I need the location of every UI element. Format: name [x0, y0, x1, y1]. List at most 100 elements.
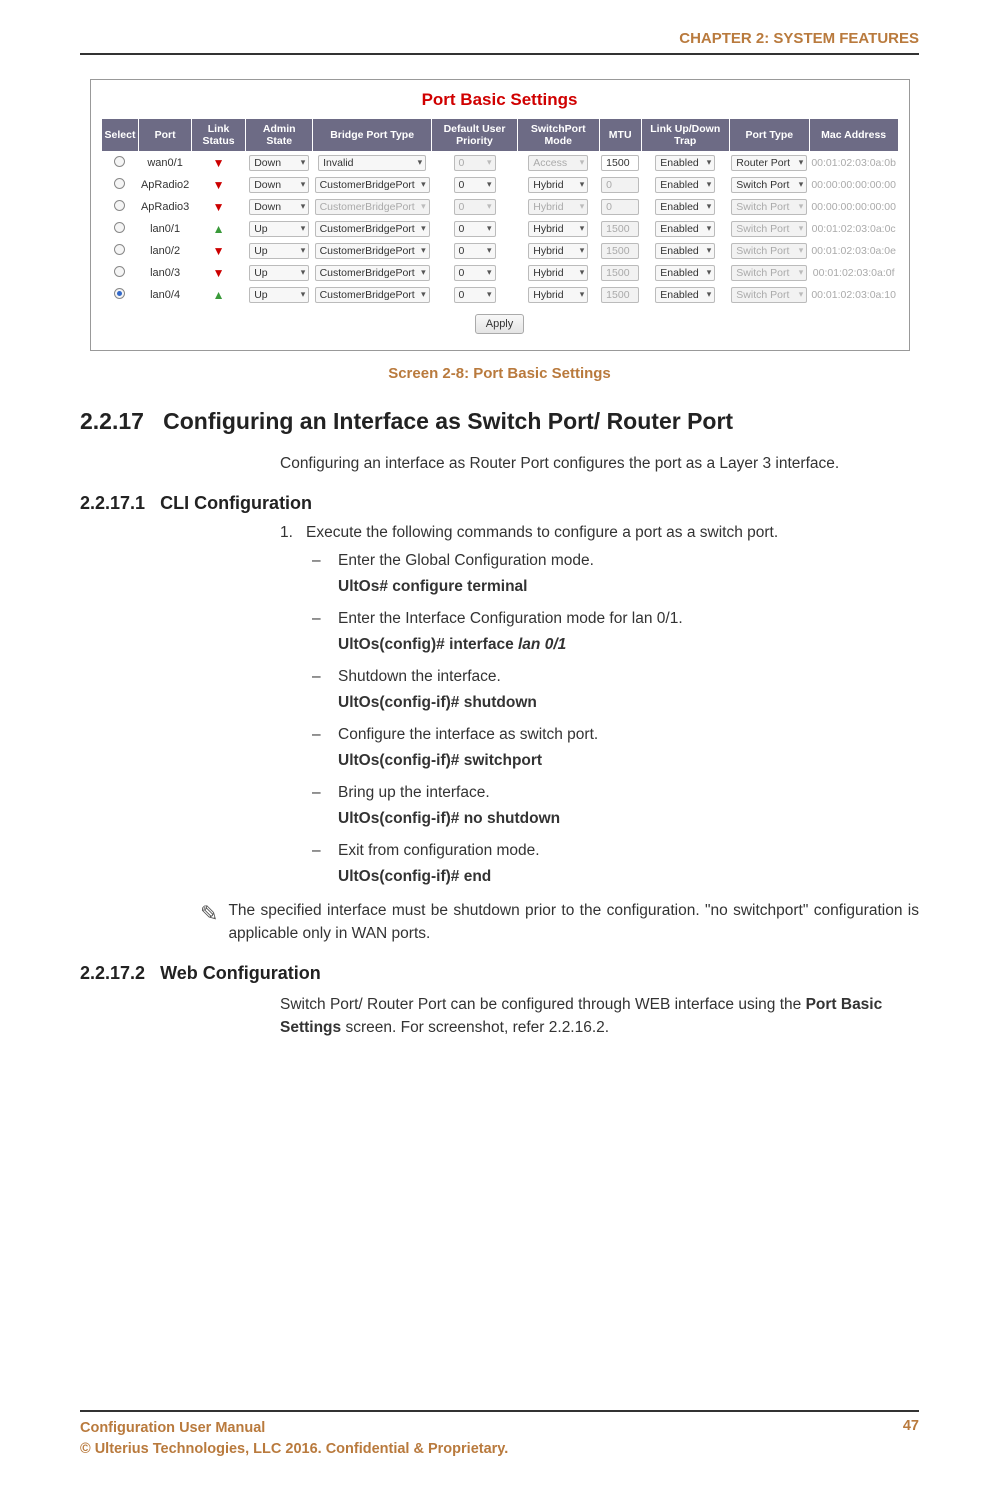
select-radio[interactable] [114, 288, 125, 299]
mtu-input[interactable]: 1500 [601, 155, 639, 171]
port-name: wan0/1 [147, 157, 182, 169]
step-text: Execute the following commands to config… [306, 524, 778, 542]
column-header: Mac Address [809, 119, 898, 152]
link-trap-select[interactable]: Enabled [655, 221, 715, 237]
cli-command: UltOs(config-if)# switchport [338, 752, 919, 770]
bridge-port-type-select[interactable]: CustomerBridgePort [315, 177, 430, 193]
link-down-icon: ▼ [213, 178, 225, 192]
screen-caption: Screen 2-8: Port Basic Settings [80, 365, 919, 382]
column-header: Port Type [729, 119, 809, 152]
port-name: lan0/4 [150, 289, 180, 301]
admin-state-select[interactable]: Up [249, 287, 309, 303]
cli-command: UltOs(config-if)# no shutdown [338, 810, 919, 828]
link-trap-select[interactable]: Enabled [655, 177, 715, 193]
link-down-icon: ▼ [213, 200, 225, 214]
subsection-2-body: Switch Port/ Router Port can be configur… [280, 994, 919, 1039]
bridge-port-type-select[interactable]: Invalid [318, 155, 426, 171]
cli-substep: –Shutdown the interface. [312, 668, 919, 686]
column-header: Select [101, 119, 139, 152]
admin-state-select[interactable]: Down [249, 155, 309, 171]
page-footer: Configuration User Manual © Ulterius Tec… [80, 1410, 919, 1459]
switchport-mode-select[interactable]: Hybrid [528, 287, 588, 303]
select-radio[interactable] [114, 156, 125, 167]
column-header: Default User Priority [432, 119, 518, 152]
table-row: ApRadio3▼DownCustomerBridgePort0Hybrid0E… [101, 196, 898, 218]
bridge-port-type-select[interactable]: CustomerBridgePort [315, 265, 430, 281]
admin-state-select[interactable]: Up [249, 221, 309, 237]
apply-button[interactable]: Apply [475, 314, 525, 334]
priority-select[interactable]: 0 [454, 221, 496, 237]
switchport-mode-select[interactable]: Hybrid [528, 243, 588, 259]
cli-substep: –Enter the Global Configuration mode. [312, 552, 919, 570]
step-1: 1. Execute the following commands to con… [280, 524, 919, 542]
link-down-icon: ▼ [213, 244, 225, 258]
select-radio[interactable] [114, 222, 125, 233]
subsection-2-title: Web Configuration [160, 963, 321, 983]
bottom-rule [80, 1410, 919, 1412]
port-type-select[interactable]: Switch Port [731, 177, 807, 193]
cli-command: UltOs# configure terminal [338, 578, 919, 596]
select-radio[interactable] [114, 266, 125, 277]
priority-select[interactable]: 0 [454, 265, 496, 281]
mac-address: 00:00:00:00:00:00 [811, 201, 896, 213]
bridge-port-type-select[interactable]: CustomerBridgePort [315, 287, 430, 303]
mac-address: 00:01:02:03:0a:0e [811, 245, 896, 257]
select-radio[interactable] [114, 200, 125, 211]
subsection-1-heading: 2.2.17.1 CLI Configuration [80, 493, 919, 514]
step-number: 1. [280, 524, 306, 542]
admin-state-select[interactable]: Down [249, 177, 309, 193]
column-header: Link Status [191, 119, 246, 152]
priority-select[interactable]: 0 [454, 177, 496, 193]
admin-state-select[interactable]: Up [249, 265, 309, 281]
priority-select[interactable]: 0 [454, 243, 496, 259]
footer-manual-title: Configuration User Manual [80, 1418, 508, 1438]
admin-state-select[interactable]: Up [249, 243, 309, 259]
link-trap-select[interactable]: Enabled [655, 287, 715, 303]
select-radio[interactable] [114, 244, 125, 255]
column-header: Link Up/Down Trap [641, 119, 729, 152]
bridge-port-type-select[interactable]: CustomerBridgePort [315, 243, 430, 259]
link-down-icon: ▼ [213, 156, 225, 170]
priority-select: 0 [454, 199, 496, 215]
switchport-mode-select[interactable]: Hybrid [528, 177, 588, 193]
switchport-mode-select[interactable]: Hybrid [528, 221, 588, 237]
subsection-2-num: 2.2.17.2 [80, 963, 145, 983]
cli-substep-text: Configure the interface as switch port. [338, 726, 598, 744]
link-trap-select[interactable]: Enabled [655, 199, 715, 215]
link-trap-select[interactable]: Enabled [655, 155, 715, 171]
table-row: lan0/4▲UpCustomerBridgePort0Hybrid1500En… [101, 284, 898, 306]
screenshot-panel: Port Basic Settings SelectPortLink Statu… [90, 79, 910, 351]
cli-substep-text: Shutdown the interface. [338, 668, 501, 686]
column-header: MTU [599, 119, 641, 152]
priority-select[interactable]: 0 [454, 287, 496, 303]
link-up-icon: ▲ [213, 288, 225, 302]
cli-substep: –Enter the Interface Configuration mode … [312, 610, 919, 628]
port-name: ApRadio2 [141, 179, 189, 191]
note-text: The specified interface must be shutdown… [228, 900, 919, 945]
cli-substep: –Configure the interface as switch port. [312, 726, 919, 744]
port-type-select[interactable]: Router Port [731, 155, 807, 171]
column-header: SwitchPort Mode [517, 119, 599, 152]
mtu-input: 0 [601, 177, 639, 193]
admin-state-select[interactable]: Down [249, 199, 309, 215]
link-up-icon: ▲ [213, 222, 225, 236]
port-name: ApRadio3 [141, 201, 189, 213]
switchport-mode-select: Hybrid [528, 199, 588, 215]
switchport-mode-select[interactable]: Hybrid [528, 265, 588, 281]
subsection-2-heading: 2.2.17.2 Web Configuration [80, 963, 919, 984]
top-rule [80, 53, 919, 55]
section-heading: 2.2.17 Configuring an Interface as Switc… [80, 408, 919, 435]
cli-substep-text: Enter the Global Configuration mode. [338, 552, 594, 570]
port-type-select: Switch Port [731, 199, 807, 215]
mac-address: 00:01:02:03:0a:10 [811, 289, 896, 301]
select-radio[interactable] [114, 178, 125, 189]
link-trap-select[interactable]: Enabled [655, 265, 715, 281]
table-row: wan0/1▼DownInvalid0Access1500EnabledRout… [101, 152, 898, 175]
cli-command: UltOs(config-if)# shutdown [338, 694, 919, 712]
pencil-icon: ✎ [200, 898, 218, 930]
link-trap-select[interactable]: Enabled [655, 243, 715, 259]
bridge-port-type-select[interactable]: CustomerBridgePort [315, 221, 430, 237]
subsection-1-title: CLI Configuration [160, 493, 312, 513]
screenshot-title: Port Basic Settings [101, 90, 899, 110]
mac-address: 00:01:02:03:0a:0c [812, 223, 896, 235]
